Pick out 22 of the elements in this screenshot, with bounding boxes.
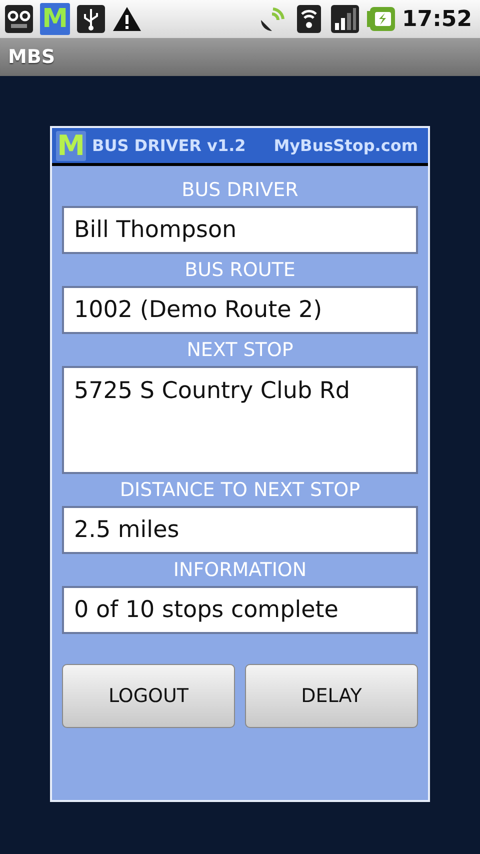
app-logo: M [56,130,86,160]
input-field[interactable]: 0 of 10 stops complete [62,586,418,634]
logout-button[interactable]: LOGOUT [62,664,235,728]
website-label: MyBusStop.com [274,136,418,155]
field-label: BUS DRIVER [182,179,298,201]
battery-icon [366,4,396,34]
input-field[interactable]: Bill Thompson [62,206,418,254]
app-title: MBS [8,46,56,68]
signal-icon [330,4,360,34]
field-label: DISTANCE TO NEXT STOP [120,479,360,501]
field-label: NEXT STOP [186,339,294,361]
app-badge: M [40,3,70,35]
input-field[interactable]: 2.5 miles [62,506,418,554]
field-label: BUS ROUTE [184,259,296,281]
input-field[interactable]: 5725 S Country Club Rd [62,366,418,474]
delay-button[interactable]: DELAY [245,664,418,728]
field-label: INFORMATION [173,559,307,581]
voicemail-icon [4,4,34,34]
usb-icon [76,4,106,34]
clock: 17:52 [402,6,472,32]
input-field[interactable]: 1002 (Demo Route 2) [62,286,418,334]
card-title: BUS DRIVER v1.2 [92,136,246,155]
